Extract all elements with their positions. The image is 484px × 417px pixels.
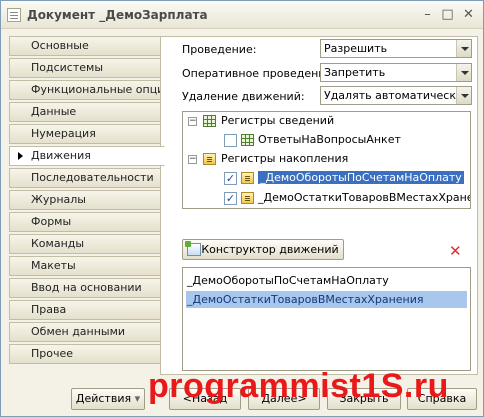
sidebar-item-label: Основные [31,39,89,52]
realtime-posting-value: Запретить [324,66,386,79]
register-checkbox[interactable] [224,134,237,147]
register-records-panel: Проведение: Разрешить Оперативное провед… [160,36,478,375]
posting-value: Разрешить [324,42,388,55]
watermark: programmist1S.ru [148,367,449,405]
sidebar-item-label: Функциональные опции [31,83,161,96]
window-title: Документ _ДемоЗарплата [27,8,208,22]
list-item[interactable]: _ДемоОборотыПоСчетамНаОплату [186,272,467,289]
sidebar-item-label: Данные [31,105,77,118]
title-bar[interactable]: Документ _ДемоЗарплата – □ ✕ [1,1,483,29]
document-window: Документ _ДемоЗарплата – □ ✕ Основные По… [0,0,484,417]
clear-icon[interactable]: ✕ [449,244,462,259]
minimize-icon[interactable]: – [419,7,436,22]
sidebar-item-data[interactable]: Данные [9,102,161,122]
sidebar-item-templates[interactable]: Макеты [9,256,161,276]
registers-tree[interactable]: − Регистры сведений ОтветыНаВопросыАнкет… [182,111,471,209]
sidebar-item-functional-options[interactable]: Функциональные опции [9,80,161,100]
sidebar-item-subsystems[interactable]: Подсистемы [9,58,161,78]
register-records-deletion-label: Удаление движений: [182,90,305,103]
sidebar-item-forms[interactable]: Формы [9,212,161,232]
sidebar-item-data-exchange[interactable]: Обмен данными [9,322,161,342]
sidebar-item-journals[interactable]: Журналы [9,190,161,210]
posting-select[interactable]: Разрешить [320,39,472,58]
chevron-down-icon[interactable] [456,64,471,81]
sidebar-item-main[interactable]: Основные [9,36,161,56]
register-checkbox[interactable]: ✓ [224,172,237,185]
register-records-deletion-value: Удалять автоматически [324,89,464,102]
tree-item-survey-answers[interactable]: ОтветыНаВопросыАнкет [258,132,401,148]
realtime-posting-select[interactable]: Запретить [320,63,472,82]
sidebar-item-label: Права [31,303,67,316]
maximize-icon[interactable]: □ [439,7,456,22]
sidebar-item-register-records[interactable]: Движения [9,146,165,166]
list-item[interactable]: _ДемоОстаткиТоваровВМестахХранения [186,291,467,308]
tree-item-label: _ДемоОборотыПоСчетамНаОплату [258,171,464,184]
sidebar-item-label: Формы [31,215,72,228]
sidebar-item-label: Журналы [31,193,86,206]
actions-label: Действия [75,392,132,405]
sidebar-item-label: Макеты [31,259,76,272]
chevron-down-icon: ▾ [134,392,141,405]
information-register-icon [203,115,216,127]
collapse-icon[interactable]: − [188,117,197,126]
sidebar-item-input-by-basis[interactable]: Ввод на основании [9,278,161,298]
active-arrow-icon [18,152,23,160]
information-register-icon [241,134,254,146]
records-constructor-label: Конструктор движений [201,243,339,256]
accumulation-register-icon [241,172,254,184]
realtime-posting-label: Оперативное проведение: [182,67,336,80]
close-icon[interactable]: ✕ [460,7,477,22]
sidebar-item-rights[interactable]: Права [9,300,161,320]
sidebar-item-numbering[interactable]: Нумерация [9,124,161,144]
chevron-down-icon[interactable] [456,40,471,57]
collapse-icon[interactable]: − [188,155,197,164]
document-icon [7,8,21,22]
sidebar-item-commands[interactable]: Команды [9,234,161,254]
sidebar-item-sequences[interactable]: Последовательности [9,168,161,188]
sidebar-item-label: Нумерация [31,127,96,140]
sidebar-item-label: Обмен данными [31,325,126,338]
sidebar-item-label: Прочее [31,347,74,360]
sidebar-item-label: Команды [31,237,85,250]
tree-group-accumulation-registers[interactable]: Регистры накопления [221,151,348,167]
chevron-down-icon[interactable] [456,87,471,104]
sidebar-tabs: Основные Подсистемы Функциональные опции… [9,36,165,375]
register-checkbox[interactable]: ✓ [224,192,237,205]
accumulation-register-icon [241,192,254,204]
records-constructor-button[interactable]: Конструктор движений [182,239,344,260]
tree-item-invoice-turnovers[interactable]: _ДемоОборотыПоСчетамНаОплату [258,170,464,186]
posting-label: Проведение: [182,43,257,56]
actions-button[interactable]: Действия ▾ [71,388,145,410]
register-records-list[interactable]: _ДемоОборотыПоСчетамНаОплату _ДемоОстатк… [182,267,471,371]
register-records-deletion-select[interactable]: Удалять автоматически [320,86,472,105]
sidebar-item-label: Ввод на основании [31,281,142,294]
accumulation-register-icon [203,153,216,165]
sidebar-item-other[interactable]: Прочее [9,344,161,364]
sidebar-item-label: Последовательности [31,171,154,184]
tree-group-information-registers[interactable]: Регистры сведений [221,113,334,129]
tree-item-stock-balances[interactable]: _ДемоОстаткиТоваровВМестахХранения [258,190,470,206]
sidebar-item-label: Подсистемы [31,61,104,74]
sidebar-item-label: Движения [31,149,91,162]
constructor-icon [185,241,201,256]
